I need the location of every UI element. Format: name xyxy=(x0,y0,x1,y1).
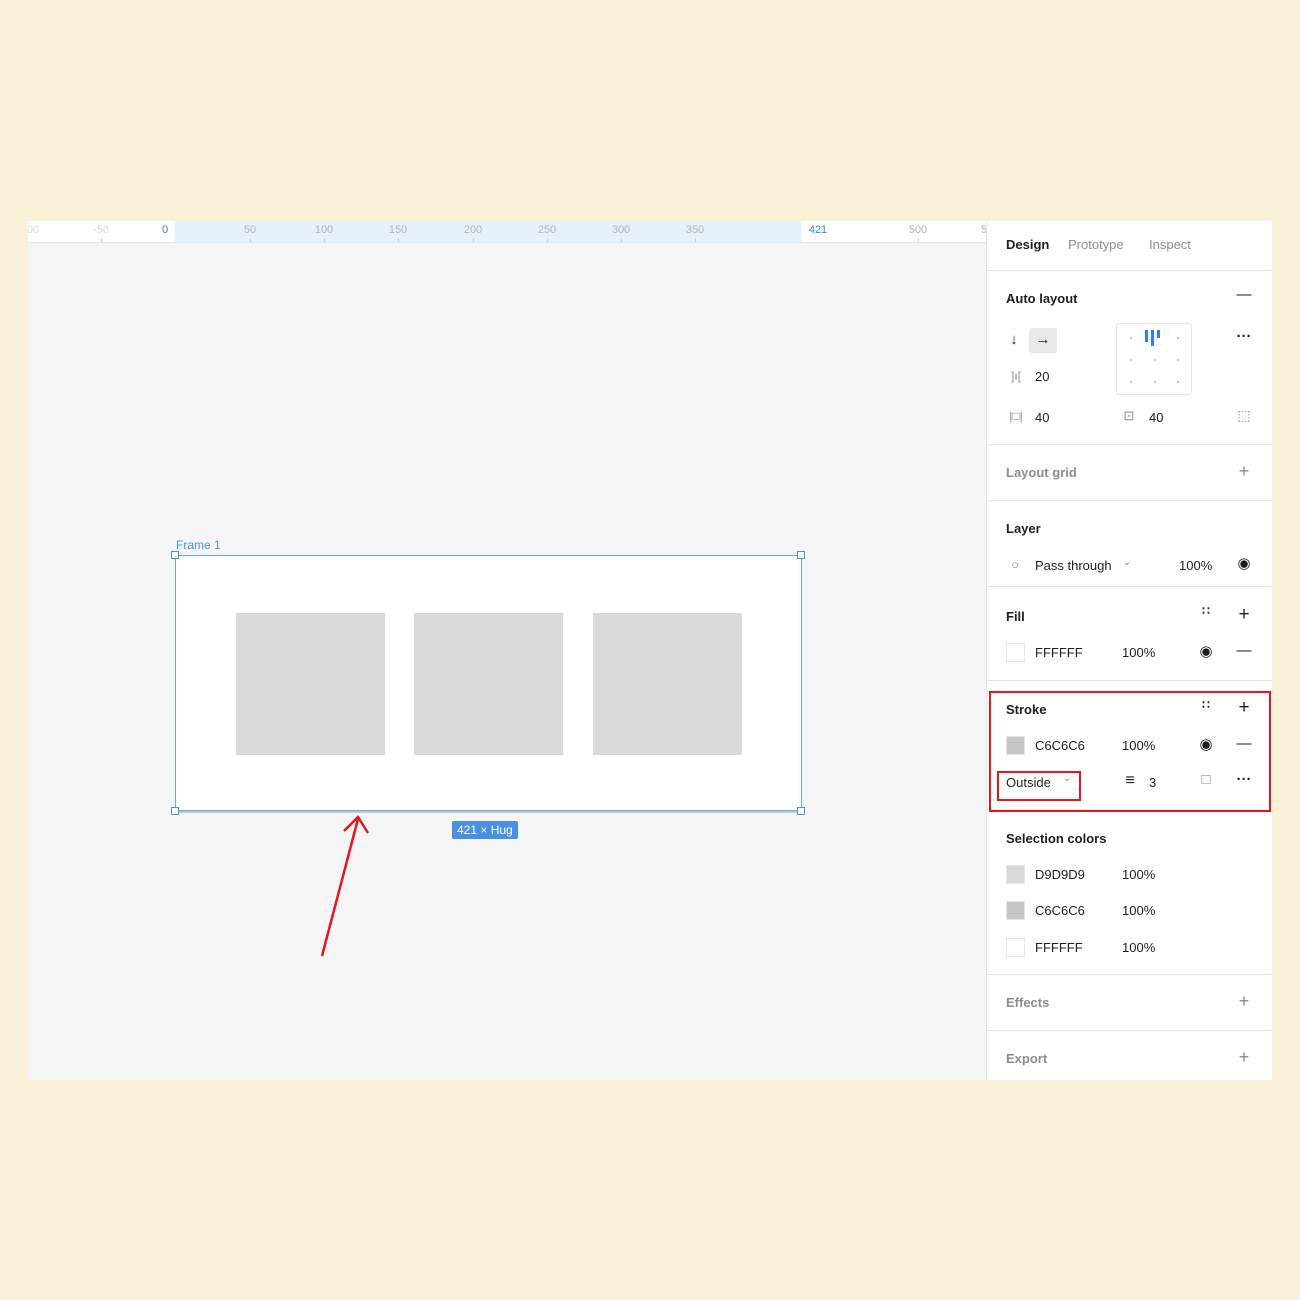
align-dot[interactable] xyxy=(1130,381,1132,383)
add-fill-icon[interactable]: + xyxy=(1235,605,1253,624)
effects-section: Effects + xyxy=(987,975,1272,1031)
fill-section: Fill ∷ + FFFFFF 100% ◉ — xyxy=(987,587,1272,681)
horizontal-padding-icon: |□| xyxy=(1009,409,1023,423)
outside-highlight-box xyxy=(997,771,1081,801)
figma-app: 00 -50 0 50 100 150 200 250 300 350 421 … xyxy=(28,221,1272,1080)
arrow-right-icon: → xyxy=(1035,331,1051,348)
properties-panel: Design Prototype Inspect Auto layout — ↓… xyxy=(986,221,1272,1080)
layout-grid-title: Layout grid xyxy=(1006,465,1077,480)
item-spacing-icon: ]ı[ xyxy=(1010,369,1021,383)
selection-color-hex[interactable]: FFFFFF xyxy=(1035,940,1083,955)
annotation-arrow xyxy=(320,815,370,957)
remove-auto-layout-icon[interactable]: — xyxy=(1235,287,1253,302)
align-dot[interactable] xyxy=(1154,359,1156,361)
selection-colors-title: Selection colors xyxy=(1006,831,1107,846)
alignment-grid[interactable] xyxy=(1116,323,1192,395)
selection-color-opacity[interactable]: 100% xyxy=(1122,867,1155,882)
align-dot[interactable] xyxy=(1154,381,1156,383)
item-spacing-value[interactable]: 20 xyxy=(1035,369,1049,384)
fill-color-swatch[interactable] xyxy=(1006,643,1025,662)
layout-grid-section: Layout grid + xyxy=(987,445,1272,501)
fill-hex-value[interactable]: FFFFFF xyxy=(1035,645,1083,660)
tab-inspect[interactable]: Inspect xyxy=(1149,237,1191,252)
selection-colors-section: Selection colors D9D9D9 100% C6C6C6 100%… xyxy=(987,810,1272,975)
vertical-padding-icon: ⊡ xyxy=(1123,408,1135,423)
horizontal-padding-value[interactable]: 40 xyxy=(1035,410,1049,425)
align-indicator xyxy=(1151,330,1154,346)
remove-fill-icon[interactable]: — xyxy=(1235,643,1253,658)
auto-layout-title: Auto layout xyxy=(1006,291,1078,306)
align-indicator xyxy=(1145,330,1148,342)
auto-layout-section: Auto layout — ↓ → ··· ]ı[ 20 |□| 40 ⊡ 40… xyxy=(987,271,1272,445)
selection-color-opacity[interactable]: 100% xyxy=(1122,903,1155,918)
chevron-down-icon[interactable]: ⌄ xyxy=(1121,558,1133,568)
more-options-icon[interactable]: ··· xyxy=(1235,329,1253,344)
selection-color-hex[interactable]: D9D9D9 xyxy=(1035,867,1085,882)
align-dot[interactable] xyxy=(1130,337,1132,339)
eye-icon[interactable]: ◉ xyxy=(1235,556,1253,571)
selection-color-swatch[interactable] xyxy=(1006,865,1025,884)
vertical-padding-value[interactable]: 40 xyxy=(1149,410,1163,425)
fill-opacity-value[interactable]: 100% xyxy=(1122,645,1155,660)
selection-color-swatch[interactable] xyxy=(1006,938,1025,957)
align-dot[interactable] xyxy=(1130,359,1132,361)
vertical-direction-icon[interactable]: ↓ xyxy=(1006,332,1022,347)
export-title: Export xyxy=(1006,1051,1048,1066)
align-dot[interactable] xyxy=(1177,337,1179,339)
tab-prototype[interactable]: Prototype xyxy=(1068,237,1124,252)
effects-title: Effects xyxy=(1006,995,1050,1010)
individual-padding-icon[interactable]: ⬚ xyxy=(1235,408,1253,422)
panel-tabs: Design Prototype Inspect xyxy=(987,221,1272,271)
add-layout-grid-icon[interactable]: + xyxy=(1235,462,1253,480)
style-grid-icon[interactable]: ∷ xyxy=(1197,605,1215,617)
align-dot[interactable] xyxy=(1177,381,1179,383)
layer-title: Layer xyxy=(1006,521,1041,536)
export-section: Export + xyxy=(987,1031,1272,1080)
align-indicator xyxy=(1157,330,1160,338)
selection-color-hex[interactable]: C6C6C6 xyxy=(1035,903,1085,918)
add-export-icon[interactable]: + xyxy=(1235,1048,1253,1066)
selection-color-opacity[interactable]: 100% xyxy=(1122,940,1155,955)
fill-title: Fill xyxy=(1006,609,1025,624)
add-effect-icon[interactable]: + xyxy=(1235,992,1253,1010)
layer-opacity-value[interactable]: 100% xyxy=(1179,558,1212,573)
tab-design[interactable]: Design xyxy=(1006,237,1049,252)
blend-mode-select[interactable]: Pass through xyxy=(1035,558,1112,573)
layer-section: Layer ○ Pass through ⌄ 100% ◉ xyxy=(987,501,1272,587)
align-dot[interactable] xyxy=(1177,359,1179,361)
eye-icon[interactable]: ◉ xyxy=(1197,644,1215,659)
blend-mode-icon: ○ xyxy=(1011,557,1019,572)
selection-color-swatch[interactable] xyxy=(1006,901,1025,920)
